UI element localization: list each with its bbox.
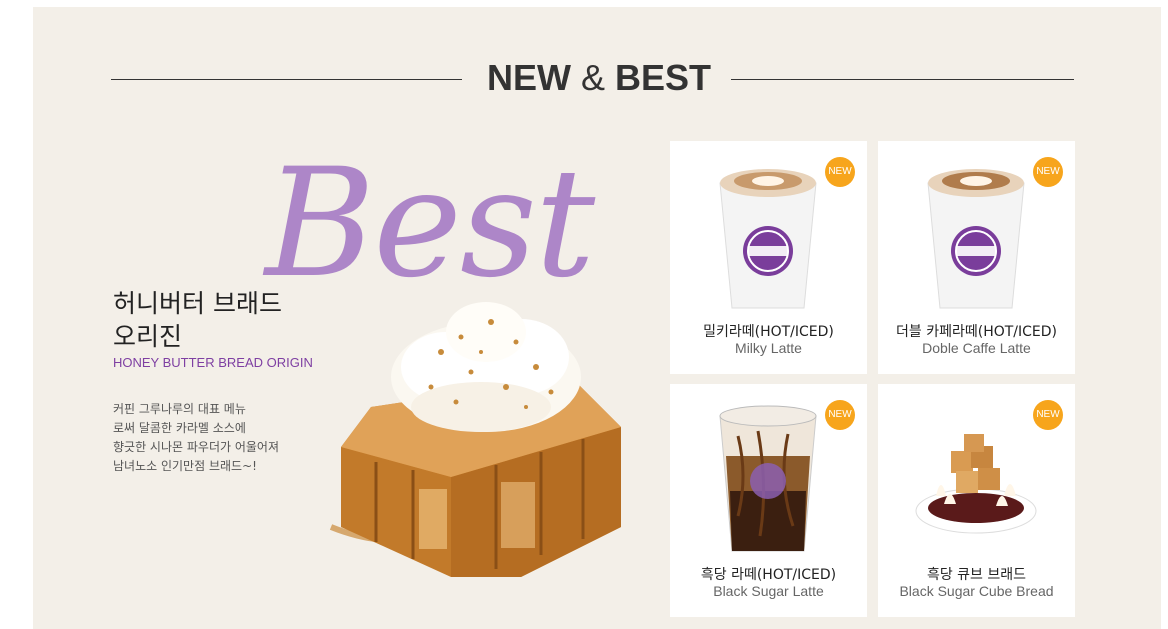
new-badge: NEW xyxy=(825,157,855,187)
section-title: NEW & BEST xyxy=(479,57,719,99)
honey-butter-bread-image[interactable] xyxy=(321,297,641,587)
product-name-en: Doble Caffe Latte xyxy=(922,340,1031,356)
product-card-double-caffe-latte[interactable]: NEW 더블 카페라떼(HOT/ICED) Doble Caffe Latte xyxy=(878,141,1075,374)
best-script-word: Best xyxy=(265,137,595,311)
title-best: BEST xyxy=(615,57,712,98)
title-ampersand: & xyxy=(580,57,605,98)
feature-title-ko: 허니버터 브래드 오리진 xyxy=(113,289,282,351)
milky-latte-cup-icon xyxy=(719,169,817,309)
product-name-ko: 더블 카페라떼(HOT/ICED) xyxy=(896,324,1057,340)
product-name-ko: 흑당 라떼(HOT/ICED) xyxy=(700,567,837,583)
new-badge: NEW xyxy=(825,400,855,430)
feature-description: 커핀 그루나루의 대표 메뉴 로써 달콤한 카라멜 소스에 향긋한 시나몬 파우… xyxy=(113,402,280,473)
cube-bread-plate-icon xyxy=(915,434,1037,534)
new-badge: NEW xyxy=(1033,157,1063,187)
title-new: NEW xyxy=(486,57,571,98)
product-card-black-sugar-cube-bread[interactable]: NEW 흑당 큐브 브래드 Black Sugar Cube Bread xyxy=(878,384,1075,617)
black-sugar-latte-cup-icon xyxy=(719,405,817,552)
feature-title-en: HONEY BUTTER BREAD ORIGIN xyxy=(113,355,313,370)
product-name-ko: 흑당 큐브 브래드 xyxy=(926,567,1027,583)
product-card-black-sugar-latte[interactable]: NEW 흑당 라떼(HOT/ICED) Black Sugar Latte xyxy=(670,384,867,617)
section-heading: NEW & BEST xyxy=(33,57,1161,99)
product-card-milky-latte[interactable]: NEW 밀키라떼(HOT/ICED) Milky Latte xyxy=(670,141,867,374)
product-name-en: Milky Latte xyxy=(735,340,802,356)
product-name-ko: 밀키라떼(HOT/ICED) xyxy=(703,324,834,340)
new-best-section: NEW & BEST Best 허니버터 브래드 오리진 HONEY BUTTE… xyxy=(33,7,1161,629)
heading-divider-right xyxy=(731,79,1074,80)
product-name-en: Black Sugar Cube Bread xyxy=(899,583,1054,599)
product-name-en: Black Sugar Latte xyxy=(713,583,824,599)
heading-divider-left xyxy=(111,79,462,80)
caffe-latte-cup-icon xyxy=(927,169,1025,309)
